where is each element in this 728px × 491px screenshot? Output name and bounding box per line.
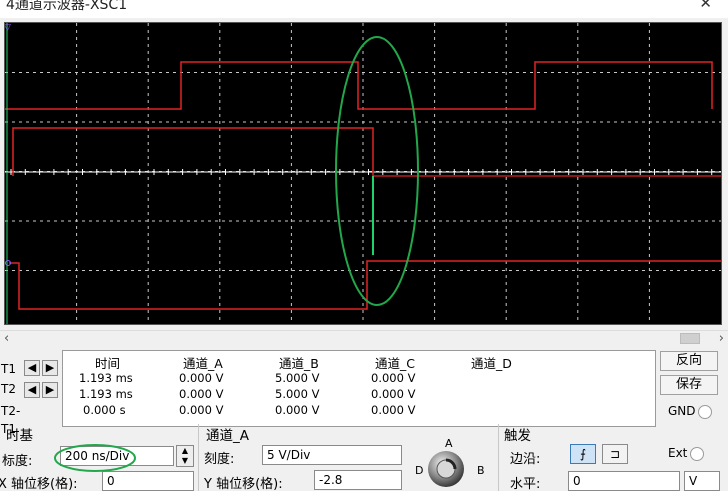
ext-radio[interactable] — [690, 447, 704, 461]
rising-edge-button[interactable]: ⨍ — [570, 444, 596, 464]
table-cell: 1.193 ms — [79, 387, 133, 401]
channel-selector-knob-icon[interactable] — [426, 449, 466, 489]
timebase-annotation-ellipse — [54, 444, 136, 472]
col-header-channel-b: 通道_B — [279, 356, 319, 371]
t1-right-button[interactable]: ▶ — [42, 360, 58, 376]
y-position-field[interactable]: -2.8 — [314, 470, 402, 490]
trace-channel-b — [12, 127, 374, 176]
section-divider — [198, 424, 199, 491]
scroll-thumb[interactable] — [680, 333, 700, 344]
t1-left-button[interactable]: ◀ — [24, 360, 40, 376]
reverse-button[interactable]: 反向 — [660, 351, 718, 371]
cursor-buttons: ◀ ▶ ◀ ▶ — [24, 360, 58, 404]
trigger-level-field[interactable]: 0 — [568, 471, 680, 491]
table-cell: 0.000 V — [179, 387, 224, 401]
table-cell: 5.000 V — [275, 371, 320, 385]
window-title: 4通道示波器-XSC1 — [6, 0, 128, 13]
spin-down-icon[interactable]: ▼ — [177, 456, 193, 466]
table-cell: 0.000 s — [83, 403, 126, 417]
scroll-right-icon[interactable]: › — [719, 331, 724, 346]
table-cell: 0.000 V — [371, 371, 416, 385]
section-divider — [498, 424, 499, 491]
trigger-edge-label: 边沿: — [510, 452, 541, 467]
cursor-marker-label: ▽ — [5, 23, 11, 33]
knob-label-b: B — [477, 464, 485, 477]
t2-left-button[interactable]: ◀ — [24, 382, 40, 398]
timebase-header: 时基 — [6, 428, 33, 444]
col-header-channel-c: 通道_C — [375, 356, 415, 371]
knob-label-d: D — [415, 464, 424, 477]
timebase-scale-stepper[interactable]: ▲ ▼ — [176, 445, 194, 467]
cursor-diff-label: T2-T1 — [1, 404, 21, 436]
timebase-scale-label: 标度: — [2, 454, 33, 469]
title-bar: 4通道示波器-XSC1 ✕ — [0, 0, 728, 18]
scroll-left-icon[interactable]: ‹ — [4, 331, 9, 346]
horizontal-scrollbar[interactable]: ‹ › — [0, 330, 728, 346]
trigger-header: 触发 — [504, 428, 531, 444]
col-header-channel-d: 通道_D — [471, 356, 512, 371]
oscilloscope-display[interactable]: ▽ — [4, 22, 722, 325]
trace-channel-c — [9, 260, 721, 310]
table-cell: 0.000 V — [371, 387, 416, 401]
trigger-level-label: 水平: — [510, 477, 541, 491]
table-cell: 1.193 ms — [79, 371, 133, 385]
waveform-canvas: ▽ — [5, 23, 721, 324]
gnd-radio[interactable] — [698, 405, 712, 419]
falling-edge-button[interactable]: ⊐ — [602, 444, 628, 464]
trigger-level-unit[interactable]: V — [684, 471, 720, 491]
trace-channel-a — [5, 61, 713, 110]
save-button[interactable]: 保存 — [660, 375, 718, 395]
close-icon[interactable]: ✕ — [699, 0, 712, 12]
table-cell: 0.000 V — [371, 403, 416, 417]
measurement-table: 时间 通道_A 通道_B 通道_C 通道_D 1.193 ms 0.000 V … — [62, 350, 656, 427]
table-cell: 5.000 V — [275, 387, 320, 401]
spin-up-icon[interactable]: ▲ — [177, 446, 193, 456]
table-cell: 0.000 V — [179, 371, 224, 385]
col-header-time: 时间 — [95, 356, 121, 371]
table-cell: 0.000 V — [179, 403, 224, 417]
channel-scale-field[interactable]: 5 V/Div — [262, 445, 402, 465]
channel-header: 通道_A — [206, 428, 249, 444]
table-cell: 0.000 V — [275, 403, 320, 417]
gnd-label: GND — [668, 404, 696, 418]
y-position-label: Y 轴位移(格): — [204, 477, 283, 491]
ext-label: Ext — [668, 446, 688, 460]
t2-right-button[interactable]: ▶ — [42, 382, 58, 398]
channel-scale-label: 刻度: — [204, 452, 235, 467]
col-header-channel-a: 通道_A — [183, 356, 223, 371]
